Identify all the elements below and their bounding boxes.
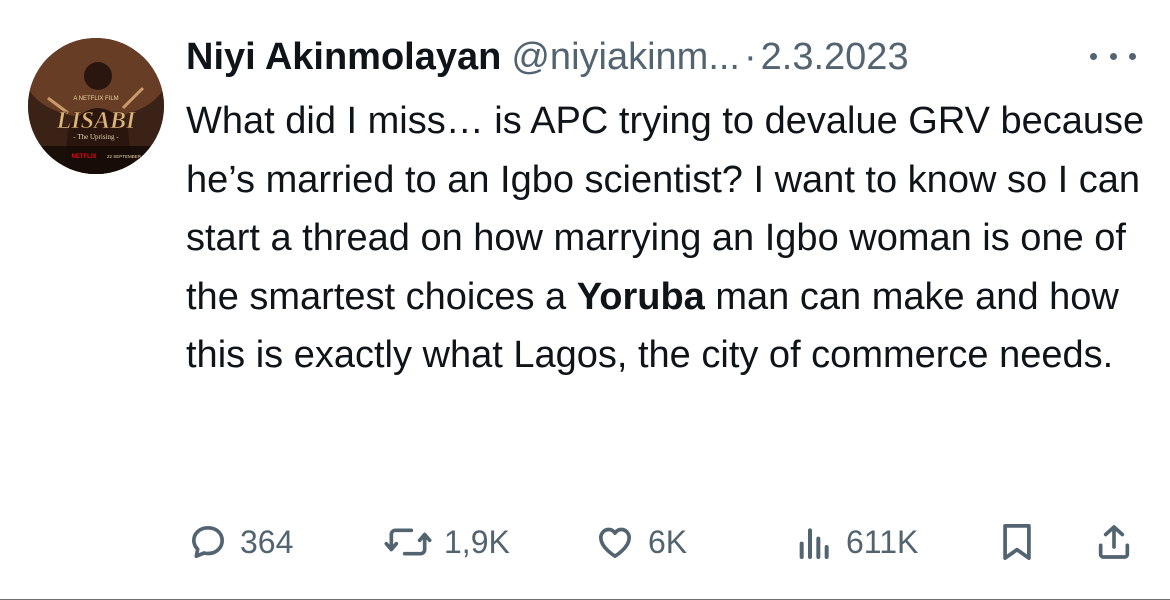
repost-count: 1,9K <box>444 523 510 560</box>
poster-top-text: A NETFLIX FILM <box>73 96 118 102</box>
poster-subtitle: - The Uprising - <box>73 133 119 141</box>
views-button[interactable]: 611K <box>796 512 918 572</box>
repost-icon <box>384 528 432 556</box>
reply-icon <box>192 526 225 558</box>
tweet-date[interactable]: 2.3.2023 <box>761 34 909 80</box>
poster-date: 22 SEPTEMBER <box>107 154 142 159</box>
tweet-text-bold: Yoruba <box>576 275 705 318</box>
share-button[interactable] <box>1094 512 1134 572</box>
like-icon <box>599 527 631 558</box>
author-name[interactable]: Niyi Akinmolayan <box>186 34 501 80</box>
repost-button[interactable]: 1,9K <box>384 512 510 572</box>
tweet-actions: 364 1,9K 6K 611K <box>0 512 1170 572</box>
poster-title: LISABI <box>56 108 137 134</box>
more-dot <box>1109 52 1117 60</box>
views-count: 611K <box>846 523 919 560</box>
more-icon[interactable] <box>1090 44 1136 68</box>
reply-button[interactable]: 364 <box>188 512 293 572</box>
poster-netflix: NETFLIX <box>72 154 97 160</box>
like-count: 6K <box>648 523 688 560</box>
like-button[interactable]: 6K <box>594 512 687 572</box>
views-icon <box>799 528 829 559</box>
more-dot <box>1090 52 1097 60</box>
avatar-poster-image: A NETFLIX FILM LISABI - The Uprising - N… <box>28 38 164 174</box>
bookmark-button[interactable] <box>1000 512 1034 572</box>
more-dot <box>1129 52 1136 60</box>
tweet-text: What did I miss… is APC trying to devalu… <box>186 92 1146 385</box>
share-icon <box>1098 525 1130 559</box>
reply-count: 364 <box>240 523 294 560</box>
author-avatar[interactable]: A NETFLIX FILM LISABI - The Uprising - N… <box>28 38 164 174</box>
tweet-header: Niyi Akinmolayan @niyiakinm... · 2.3.202… <box>186 34 909 80</box>
author-handle[interactable]: @niyiakinm... <box>511 34 740 80</box>
bookmark-icon <box>1003 523 1031 561</box>
header-separator: · <box>744 36 757 78</box>
